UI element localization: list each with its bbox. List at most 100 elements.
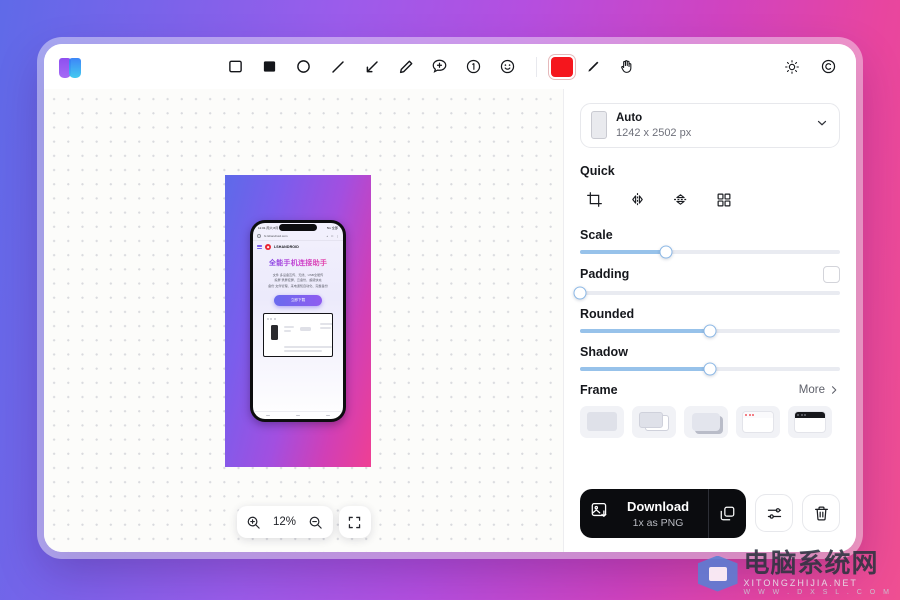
preview-line [284, 350, 322, 352]
artboard[interactable]: 11:01 周六 8月 5G 全部 fx.lshandroid.com + □ … [225, 175, 371, 467]
watermark-badge-icon [697, 555, 738, 592]
copy-button[interactable] [708, 488, 746, 538]
hamburger-icon[interactable] [257, 244, 262, 249]
preview-chip [300, 327, 311, 331]
copyright-icon[interactable] [814, 53, 842, 81]
rounded-slider[interactable] [580, 324, 840, 338]
phone-hero: 全能手机连接助手 文件 多设备互传、无线、USB全能传 投屏 录屏控屏、云备份、… [253, 252, 343, 411]
shadow-slider-fill [580, 366, 710, 371]
window-body: 11:01 周六 8月 5G 全部 fx.lshandroid.com + □ … [44, 89, 856, 552]
pen-tool-icon[interactable] [392, 53, 420, 81]
padding-slider-head: Padding [580, 265, 840, 283]
add-tab-icon: + [326, 234, 329, 238]
frame-section-title: Frame [580, 382, 618, 397]
frame-more-label: More [798, 383, 825, 396]
grid-layout-button[interactable] [709, 187, 738, 213]
fit-to-screen-button[interactable] [343, 510, 367, 534]
preview-line [284, 330, 291, 332]
size-text: Auto 1242 x 2502 px [616, 111, 806, 140]
frame-more-button[interactable]: More [799, 384, 840, 396]
app-window: 11:01 周六 8月 5G 全部 fx.lshandroid.com + □ … [44, 44, 856, 552]
zoom-level-label[interactable]: 12% [268, 516, 302, 528]
flip-horizontal-button[interactable] [623, 187, 652, 213]
phone-browser-tabbar [253, 411, 343, 419]
download-group[interactable]: Download 1x as PNG [580, 488, 746, 538]
chevron-down-icon [815, 116, 829, 135]
padding-slider[interactable] [573, 286, 840, 300]
scale-slider[interactable] [580, 245, 840, 259]
frame-shadow[interactable] [684, 405, 728, 438]
scale-slider-block: Scale [580, 228, 840, 259]
arrow-tool-icon[interactable] [358, 53, 386, 81]
step-number-tool-icon[interactable] [460, 53, 488, 81]
hero-download-button[interactable]: 立即下载 [274, 295, 322, 307]
phone-notch [279, 224, 317, 231]
browser-dots [795, 411, 825, 418]
ellipse-tool-icon[interactable] [290, 53, 318, 81]
size-name: Auto [616, 112, 643, 124]
preview-line [284, 346, 332, 348]
tabbar-item [296, 415, 300, 416]
rect-filled-tool-icon[interactable] [256, 53, 284, 81]
preview-card-toolbar [267, 317, 329, 320]
crop-button[interactable] [580, 187, 609, 213]
properties-panel: Auto 1242 x 2502 px Quick Scale Padding … [564, 89, 856, 552]
frame-options [580, 405, 840, 438]
rounded-slider-knob[interactable] [703, 324, 717, 338]
frame-browser-dark[interactable] [788, 405, 832, 438]
watermark-url: W W W . D X S L . C O M [743, 589, 892, 596]
frame-browser-dark-preview [795, 411, 825, 432]
chevron-right-icon [831, 385, 837, 394]
canvas-area[interactable]: 11:01 周六 8月 5G 全部 fx.lshandroid.com + □ … [44, 89, 564, 552]
toolbar-tools [84, 53, 778, 81]
emoji-tool-icon[interactable] [494, 53, 522, 81]
watermark-text: 电脑系统网 XITONGZHIJIA.NET W W W . D X S L .… [744, 551, 892, 596]
size-preview-thumb [591, 111, 607, 140]
status-time: 11:01 周六 8月 [258, 226, 279, 230]
phone-browser-urlbar[interactable]: fx.lshandroid.com + □ ⋮ [253, 232, 343, 241]
shadow-label: Shadow [580, 344, 628, 359]
hero-headline: 全能手机连接助手 [258, 258, 338, 268]
browser-dots [743, 411, 773, 418]
line-tool-icon[interactable] [324, 53, 352, 81]
zoom-in-button[interactable] [242, 510, 266, 534]
padding-slider-block: Padding [573, 265, 840, 300]
shadow-slider-knob[interactable] [703, 362, 717, 376]
flip-vertical-button[interactable] [666, 187, 695, 213]
rect-outline-tool-icon[interactable] [222, 53, 250, 81]
app-logo-icon[interactable] [58, 55, 84, 79]
shadow-slider-head: Shadow [580, 345, 840, 359]
shadow-slider[interactable] [580, 362, 840, 376]
phone-screen: 11:01 周六 8月 5G 全部 fx.lshandroid.com + □ … [253, 223, 343, 419]
phone-mockup[interactable]: 11:01 周六 8月 5G 全部 fx.lshandroid.com + □ … [250, 220, 346, 422]
canvas-size-select[interactable]: Auto 1242 x 2502 px [580, 103, 840, 148]
delete-button[interactable] [802, 494, 840, 533]
padding-slider-knob[interactable] [573, 286, 587, 300]
padding-color-swatch[interactable] [823, 265, 840, 283]
rounded-slider-head: Rounded [580, 307, 840, 321]
frame-browser-light-preview [743, 411, 773, 432]
frame-browser-light[interactable] [736, 405, 780, 438]
marker-tool-icon[interactable] [579, 53, 607, 81]
scale-slider-knob[interactable] [659, 245, 673, 259]
hero-subtext: 文件 多设备互传、无线、USB全能传 投屏 录屏控屏、云备份、超级快充 备份 文… [258, 273, 338, 289]
frame-stacked[interactable] [632, 405, 676, 438]
color-swatch[interactable] [550, 56, 573, 77]
brightness-icon[interactable] [778, 53, 806, 81]
settings-button[interactable] [755, 494, 793, 533]
fit-to-screen-group [338, 506, 371, 538]
download-button[interactable]: Download 1x as PNG [580, 489, 708, 538]
logo-shape-right [69, 57, 81, 78]
frame-plain[interactable] [580, 405, 624, 438]
scale-slider-fill [580, 249, 666, 254]
hero-preview-card [263, 313, 333, 358]
frame-section-head: Frame More [580, 383, 840, 397]
comment-tool-icon[interactable] [426, 53, 454, 81]
watermark-en: XITONGZHIJIA.NET [743, 578, 858, 588]
preview-line [320, 327, 331, 329]
zoom-out-button[interactable] [304, 510, 328, 534]
download-subtitle: 1x as PNG [632, 516, 684, 529]
site-brand-name: LSHANDROID [274, 244, 299, 249]
download-title: Download [626, 498, 690, 514]
hand-tool-icon[interactable] [613, 53, 641, 81]
